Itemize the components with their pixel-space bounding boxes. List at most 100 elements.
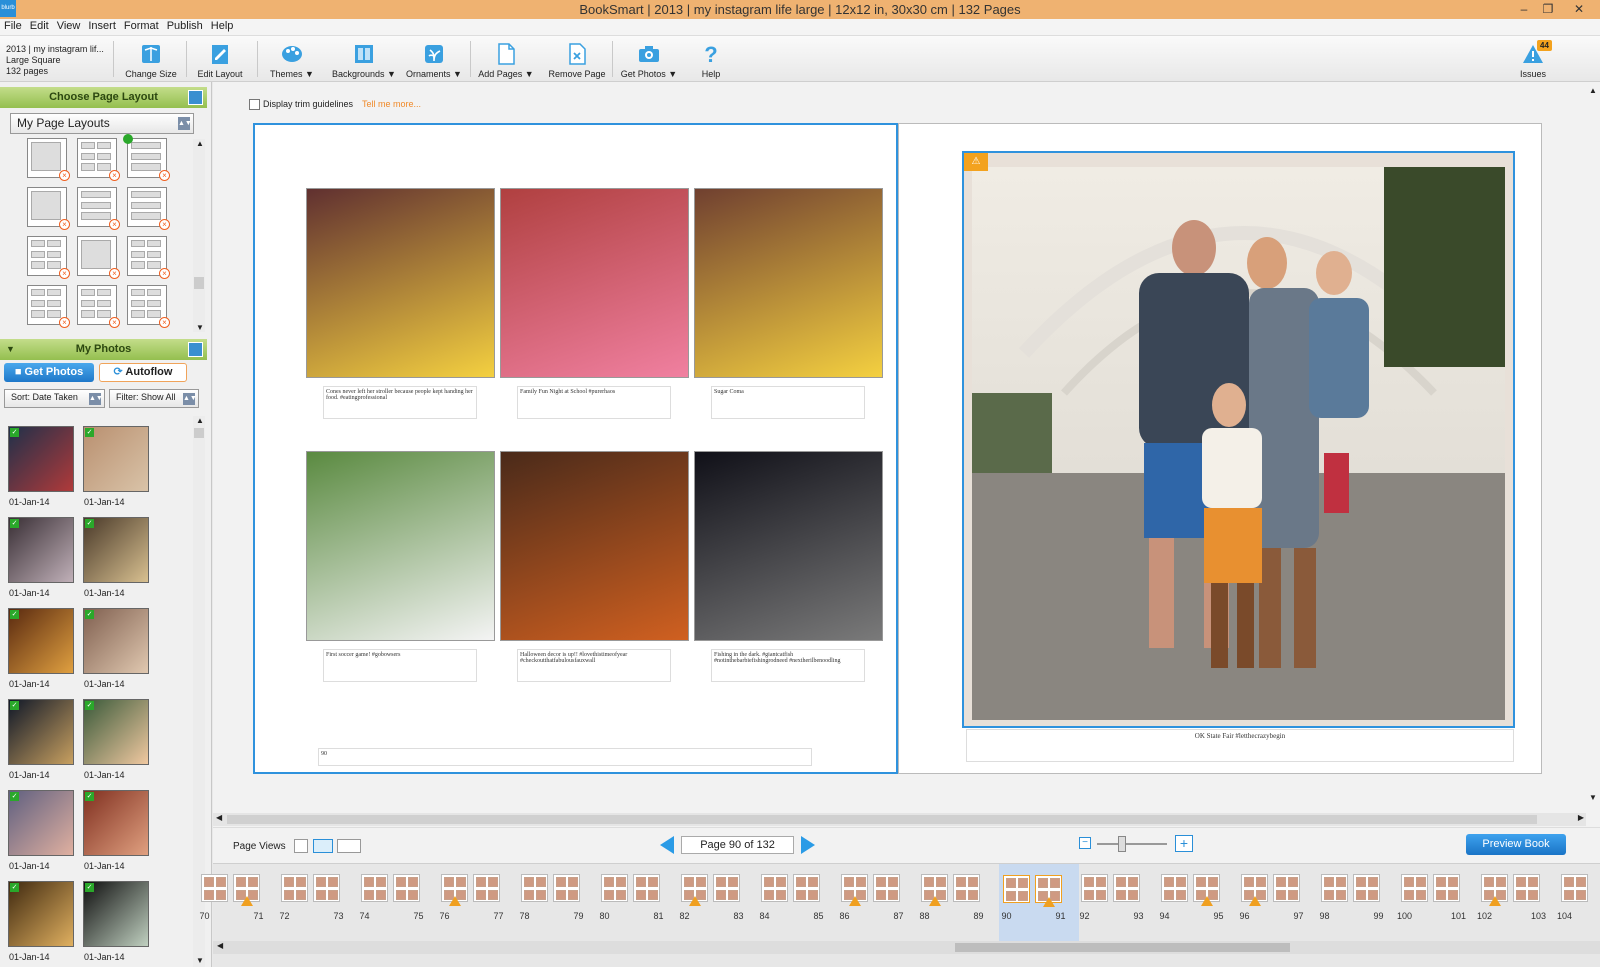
page-warning-icon[interactable] (1201, 896, 1213, 906)
remove-page-button[interactable]: Remove Page (546, 42, 608, 79)
popout-icon[interactable] (188, 342, 203, 357)
filmstrip-page-thumbnail[interactable] (1433, 874, 1460, 902)
workspace-vertical-scrollbar[interactable]: ▲ ▼ (1586, 82, 1598, 812)
layout-scrollbar[interactable]: ▲ ▼ (193, 139, 205, 332)
sort-dropdown[interactable]: Sort: Date Taken ▲▼ (4, 389, 105, 408)
filter-dropdown[interactable]: Filter: Show All ▲▼ (109, 389, 199, 408)
scroll-up-icon[interactable]: ▲ (196, 139, 204, 148)
remove-layout-icon[interactable]: × (159, 219, 170, 230)
page-warning-icon[interactable] (849, 896, 861, 906)
filmstrip-page-thumbnail[interactable] (953, 874, 980, 902)
left-page-caption[interactable]: Cones never left her stroller because pe… (323, 386, 477, 419)
layout-option[interactable]: × (77, 236, 120, 279)
filmstrip-spread[interactable]: 76 77 (439, 874, 511, 921)
menu-edit[interactable]: Edit (26, 19, 53, 32)
photo-thumbnail[interactable]: ✓ 01-Jan-14 (83, 699, 149, 780)
scroll-down-icon[interactable]: ▼ (1589, 793, 1597, 802)
filmstrip-spread[interactable]: 98 99 (1319, 874, 1391, 921)
zoom-in-icon[interactable]: + (1175, 835, 1193, 852)
menu-help[interactable]: Help (207, 19, 238, 32)
previous-page-icon[interactable] (660, 836, 674, 854)
scroll-left-icon[interactable]: ◀ (217, 941, 223, 950)
change-size-button[interactable]: Change Size (123, 42, 179, 79)
filmstrip-page-thumbnail[interactable] (1003, 875, 1030, 903)
photo-thumbnail[interactable]: ✓ 01-Jan-14 (83, 790, 149, 871)
photo-thumbnail[interactable]: ✓ 01-Jan-14 (83, 881, 149, 962)
filmstrip-page-thumbnail[interactable] (313, 874, 340, 902)
zoom-out-icon[interactable]: − (1079, 837, 1091, 849)
filmstrip-scrollbar[interactable]: ◀ (213, 941, 1600, 954)
remove-layout-icon[interactable]: × (109, 317, 120, 328)
trim-guidelines-checkbox[interactable] (249, 99, 260, 110)
page-warning-icon[interactable] (1249, 896, 1261, 906)
next-page-icon[interactable] (801, 836, 815, 854)
filmstrip-page-thumbnail[interactable] (793, 874, 820, 902)
get-photos-button[interactable]: ■ Get Photos (4, 363, 94, 382)
remove-layout-icon[interactable]: × (159, 170, 170, 181)
filmstrip-page-thumbnail[interactable] (873, 874, 900, 902)
left-page-caption[interactable]: Halloween decor is up!! #lovethistimeofy… (517, 649, 671, 682)
filmstrip-spread[interactable]: 84 85 (759, 874, 831, 921)
filmstrip-page-thumbnail[interactable] (281, 874, 308, 902)
remove-layout-icon[interactable]: × (59, 317, 70, 328)
left-page-photo[interactable] (694, 451, 883, 641)
filmstrip-spread[interactable]: 100 101 (1397, 874, 1471, 921)
filmstrip-page-thumbnail[interactable] (1561, 874, 1588, 902)
left-page-photo[interactable] (306, 451, 495, 641)
scroll-thumb[interactable] (194, 277, 204, 289)
photo-thumbnail[interactable]: ✓ 01-Jan-14 (8, 699, 74, 780)
menu-view[interactable]: View (53, 19, 85, 32)
remove-layout-icon[interactable]: × (159, 317, 170, 328)
page-warning-icon[interactable] (929, 896, 941, 906)
photo-thumbnail[interactable]: ✓ 01-Jan-14 (8, 426, 74, 507)
scroll-left-icon[interactable]: ◀ (216, 813, 222, 822)
photo-thumbnail[interactable]: ✓ 01-Jan-14 (8, 517, 74, 598)
layout-option[interactable]: × (127, 285, 170, 328)
filmstrip-page-thumbnail[interactable] (473, 874, 500, 902)
left-page-caption[interactable]: Fishing in the dark. #giantcatfish #noti… (711, 649, 865, 682)
filmstrip-spread[interactable]: 96 97 (1239, 874, 1311, 921)
filmstrip-page-thumbnail[interactable] (361, 874, 388, 902)
filmstrip-page-thumbnail[interactable] (201, 874, 228, 902)
remove-layout-icon[interactable]: × (109, 268, 120, 279)
low-resolution-warning-icon[interactable]: ⚠ (964, 153, 988, 171)
filmstrip-page-thumbnail[interactable] (521, 874, 548, 902)
layout-option[interactable]: × (127, 187, 170, 230)
tell-me-more-link[interactable]: Tell me more... (362, 99, 421, 109)
collapse-arrow-icon[interactable]: ▼ (6, 339, 15, 360)
photo-thumbnail[interactable]: ✓ 01-Jan-14 (83, 426, 149, 507)
filmstrip-page-thumbnail[interactable] (1081, 874, 1108, 902)
filmstrip-page-thumbnail[interactable] (761, 874, 788, 902)
menu-file[interactable]: File (0, 19, 26, 32)
page-warning-icon[interactable] (1489, 896, 1501, 906)
filmstrip-spread[interactable]: 82 83 (679, 874, 751, 921)
popout-icon[interactable] (188, 90, 203, 105)
filmstrip-page-thumbnail[interactable] (1161, 874, 1188, 902)
filmstrip-spread[interactable]: 70 71 (199, 874, 271, 921)
filmstrip-spread[interactable]: 80 81 (599, 874, 671, 921)
filmstrip-spread[interactable]: 94 95 (1159, 874, 1231, 921)
workspace-horizontal-scrollbar[interactable]: ◀ ▶ (213, 813, 1586, 826)
filmstrip-page-thumbnail[interactable] (601, 874, 628, 902)
scroll-thumb[interactable] (227, 815, 1537, 824)
close-icon[interactable]: ✕ (1561, 0, 1597, 19)
filmstrip-page-thumbnail[interactable] (1401, 874, 1428, 902)
left-page-photo[interactable] (500, 188, 689, 378)
menu-publish[interactable]: Publish (163, 19, 207, 32)
filmstrip-page-thumbnail[interactable] (1321, 874, 1348, 902)
page-indicator[interactable]: Page 90 of 132 (681, 836, 794, 854)
layout-option[interactable]: × (27, 285, 70, 328)
remove-layout-icon[interactable]: × (59, 219, 70, 230)
remove-layout-icon[interactable]: × (109, 170, 120, 181)
page-warning-icon[interactable] (449, 896, 461, 906)
filmstrip-spread[interactable]: 86 87 (839, 874, 911, 921)
ornaments-button[interactable]: Ornaments ▼ (405, 42, 463, 79)
filmstrip-page-thumbnail[interactable] (633, 874, 660, 902)
filmstrip-spread[interactable]: 90 91 (999, 864, 1079, 941)
page-warning-icon[interactable] (241, 896, 253, 906)
zoom-slider-handle[interactable] (1118, 836, 1126, 852)
scroll-right-icon[interactable]: ▶ (1578, 813, 1584, 822)
page-number-box[interactable]: 90 (318, 748, 812, 766)
left-page-caption[interactable]: Sugar Coma (711, 386, 865, 419)
photo-thumbnail[interactable]: ✓ 01-Jan-14 (8, 881, 74, 962)
